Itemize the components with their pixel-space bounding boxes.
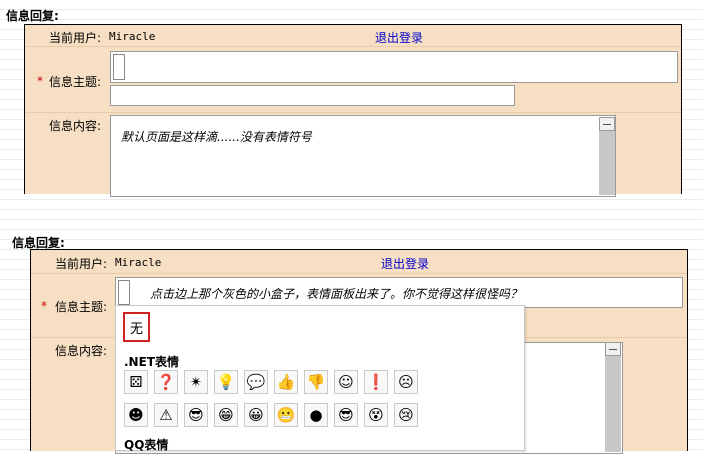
net-emoticon-group-title: .NET表情 [124,355,179,369]
subject-input[interactable]: 点击边上那个灰色的小盒子，表情面板出来了。你不觉得这样很怪吗？ [115,277,683,308]
subject-label: 信息主题: [49,75,102,89]
current-user-name: Miracle [115,256,162,269]
subject-row: * 信息主题: [25,47,681,113]
emoticon-icon[interactable]: 👎 [304,370,328,394]
emoticon-icon[interactable]: 😀 [244,403,268,427]
subject-text: 点击边上那个灰色的小盒子，表情面板出来了。你不觉得这样很怪吗？ [150,287,523,301]
content-row: 信息内容: 默认页面是这样滴......没有表情符号 [25,113,681,197]
current-user-row: 当前用户: Miracle 退出登录 [25,25,681,47]
logout-link[interactable]: 退出登录 [375,29,423,46]
emoticon-icon[interactable]: 💡 [214,370,238,394]
emoticon-toggle-box[interactable] [118,280,130,305]
logout-link[interactable]: 退出登录 [381,255,429,272]
emoticon-icon[interactable]: ✴ [184,370,208,394]
current-user-name: Miracle [109,30,156,43]
emoticon-icon[interactable]: ❓ [154,370,178,394]
reply-form-1: 当前用户: Miracle 退出登录 * 信息主题: 信息内容: 默认页面是这样… [24,24,682,197]
emoticon-toggle-box[interactable] [113,54,125,80]
required-mark: * [37,74,43,88]
emoticon-panel: 无 .NET表情 ⚄ ❓ ✴ 💡 💬 👍 👎 ☺ ❗ ☹ ☻ ⚠ 😎 😁 😀 😬 ● 😎 😵 😢 QQ表情 [115,305,525,452]
emoticon-icon[interactable]: ☻ [124,403,148,427]
subject-extra-input[interactable] [110,85,515,106]
net-emoticon-row: ☻ ⚠ 😎 😁 😀 😬 ● 😎 😵 😢 [124,403,418,427]
scroll-up-button[interactable] [605,342,621,356]
content-textarea[interactable]: 默认页面是这样滴......没有表情符号 [110,115,616,197]
emoticon-icon[interactable]: 💬 [244,370,268,394]
current-user-label: 当前用户: [49,31,102,45]
emoticon-icon[interactable]: ⚄ [124,370,148,394]
content-scrollbar[interactable] [605,342,621,452]
scroll-up-button[interactable] [599,117,615,131]
current-user-row: 当前用户: Miracle 退出登录 [31,250,687,274]
section1-title: 信息回复: [6,9,59,23]
subject-input[interactable] [110,51,678,83]
emoticon-icon[interactable]: ⚠ [154,403,178,427]
emoticon-icon[interactable]: 😎 [184,403,208,427]
content-label: 信息内容: [55,344,108,358]
emoticon-icon[interactable]: ❗ [364,370,388,394]
emoticon-icon[interactable]: ● [304,403,328,427]
subject-label: 信息主题: [55,300,108,314]
emoticon-icon[interactable]: 😵 [364,403,388,427]
emoticon-icon[interactable]: 😬 [274,403,298,427]
emoticon-icon[interactable]: ☹ [394,370,418,394]
emoticon-icon[interactable]: 😎 [334,403,358,427]
emoticon-icon[interactable]: 😢 [394,403,418,427]
qq-emoticon-group-title: QQ表情 [124,438,169,452]
content-scrollbar[interactable] [599,117,615,195]
emoticon-icon[interactable]: ☺ [334,370,358,394]
emoticon-icon[interactable]: 😁 [214,403,238,427]
net-emoticon-row: ⚄ ❓ ✴ 💡 💬 👍 👎 ☺ ❗ ☹ [124,370,418,394]
content-label: 信息内容: [49,119,102,133]
no-emoticon-button[interactable]: 无 [123,312,150,342]
emoticon-icon[interactable]: 👍 [274,370,298,394]
required-mark: * [41,299,47,313]
current-user-label: 当前用户: [55,257,108,271]
